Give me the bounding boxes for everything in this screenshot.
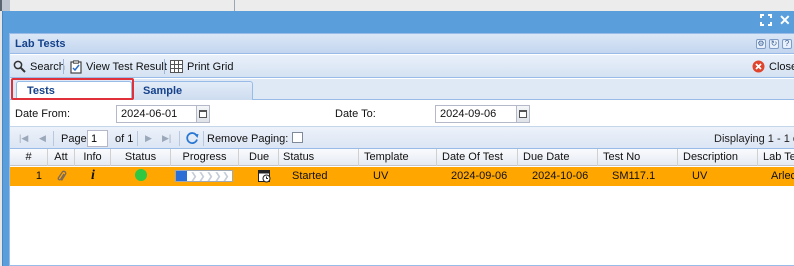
col-header-date-of-test[interactable]: Date Of Test [437,149,518,166]
progress-fill [176,171,188,181]
progress-bar: ❯ ❯ ❯ ❯ ❯ [175,170,233,182]
calendar-icon [519,110,527,118]
maximize-icon[interactable] [759,13,773,27]
remove-paging-checkbox[interactable] [292,132,303,143]
col-header-due-date[interactable]: Due Date [518,149,598,166]
date-from-input[interactable] [116,105,197,123]
remove-paging-label: Remove Paging: [207,133,289,145]
lab-tests-panel: Lab Tests ⚙ ↻ ? Search View Test Result [9,33,794,266]
display-count: Displaying 1 - 1 of 1 [714,133,794,145]
test-no-cell: SM117.1 [612,170,656,182]
col-header-lab-tech[interactable]: Lab Tech [758,149,794,166]
refresh-icon[interactable]: ↻ [769,39,779,49]
calendar-icon [199,110,207,118]
next-page-icon[interactable]: ▶ [145,133,152,144]
tab-strip: Tests Sample [10,79,794,100]
date-from-label: Date From: [15,108,71,120]
prev-page-icon[interactable]: ◀ [39,133,46,144]
tab-tests[interactable]: Tests [16,81,132,100]
date-filter-row: Date From: Date To: [10,102,794,126]
col-header-status-icon[interactable]: Status [111,149,171,166]
search-button[interactable]: Search [13,59,65,74]
view-test-result-button[interactable]: View Test Result [70,59,167,74]
due-date-cell: 2024-10-06 [532,170,589,182]
clipboard-icon [70,59,82,74]
close-circle-icon [752,60,765,73]
template-cell: UV [373,170,389,182]
row-number: 1 [35,170,42,182]
info-icon[interactable]: i [75,167,111,186]
progress-cell: ❯ ❯ ❯ ❯ ❯ [171,167,239,186]
col-header-status[interactable]: Status [279,149,359,166]
gear-icon[interactable]: ⚙ [756,39,766,49]
status-indicator-icon [135,169,147,181]
col-header-att[interactable]: Att [48,149,75,166]
col-header-info[interactable]: Info [75,149,111,166]
help-icon[interactable]: ? [782,39,792,49]
panel-title: Lab Tests [15,38,66,50]
page-count: of 1 [115,133,134,145]
page-number-input[interactable] [87,130,108,147]
first-page-icon[interactable]: |◀ [19,133,28,144]
panel-header: Lab Tests ⚙ ↻ ? [10,34,794,54]
col-header-test-no[interactable]: Test No [598,149,678,166]
col-header-description[interactable]: Description [678,149,758,166]
description-cell: UV [692,170,708,182]
paging-toolbar: |◀ ◀ Page of 1 ▶ ▶| Remove Paging: Displ… [10,126,794,149]
paperclip-icon[interactable] [57,170,67,183]
background-toolbar [0,0,794,11]
app: ✕ Lab Tests ⚙ ↻ ? Search View Test Resul… [0,0,794,266]
table-row[interactable]: 1 i ❯ ❯ ❯ ❯ ❯ Started UV 2024-09-06 2024… [10,167,794,186]
date-to-picker[interactable] [517,105,530,123]
date-from-picker[interactable] [197,105,210,123]
date-of-test-cell: 2024-09-06 [451,170,508,182]
grid-icon [170,60,183,73]
page-label: Page [61,133,87,145]
print-grid-button[interactable]: Print Grid [170,59,233,74]
search-icon [13,60,26,73]
toolbar: Search View Test Result Print Grid Close [10,55,794,78]
col-header-number[interactable]: # [10,149,48,166]
last-page-icon[interactable]: ▶| [162,133,171,144]
calendar-clock-icon[interactable] [258,169,271,183]
close-button[interactable]: Close [752,59,794,74]
col-header-due[interactable]: Due [239,149,279,166]
refresh-icon[interactable] [185,131,199,145]
date-to-input[interactable] [435,105,517,123]
window-close-icon[interactable]: ✕ [779,13,793,27]
date-to-label: Date To: [335,108,376,120]
col-header-progress[interactable]: Progress [171,149,239,166]
lab-tests-window: ✕ Lab Tests ⚙ ↻ ? Search View Test Resul… [2,11,794,266]
col-header-template[interactable]: Template [359,149,437,166]
tab-sample[interactable]: Sample [131,81,253,100]
lab-tech-cell: Arlecia v [771,170,794,182]
grid-header: # Att Info Status Progress Due Status Te… [10,149,794,166]
status-cell: Started [292,170,328,182]
